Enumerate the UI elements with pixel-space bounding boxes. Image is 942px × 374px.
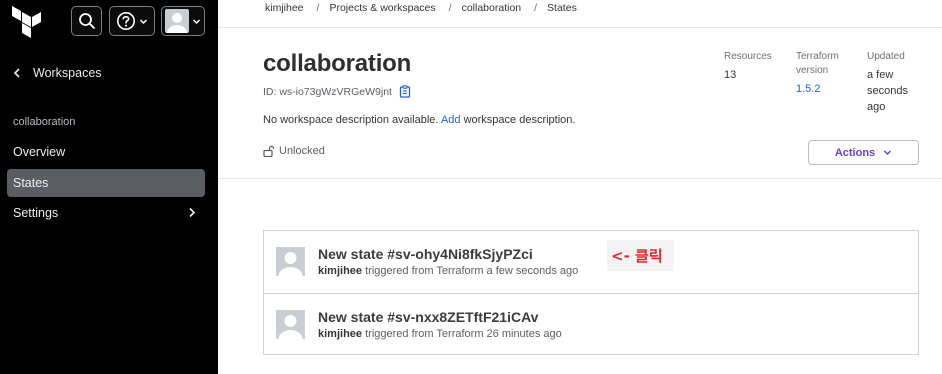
add-description-link[interactable]: Add (441, 114, 461, 126)
help-icon (117, 12, 135, 30)
description-text: No workspace description available. (263, 114, 439, 126)
meta-updated: Updated a few seconds ago (867, 50, 927, 115)
state-detail: triggered from Terraform a few seconds a… (365, 265, 579, 277)
workspace-description: No workspace description available. Add … (263, 114, 575, 126)
lock-status-label: Unlocked (279, 145, 325, 157)
breadcrumb-item-projects[interactable]: Projects & workspaces (329, 2, 435, 14)
sidebar: Workspaces collaboration Overview States… (0, 0, 218, 374)
state-title[interactable]: New state #sv-ohy4Ni8fkSjyPZci (318, 246, 533, 262)
user-avatar-icon (276, 310, 305, 339)
description-text-suffix: workspace description. (463, 114, 576, 126)
divider (218, 178, 942, 179)
sidebar-item-label: States (13, 176, 49, 190)
breadcrumb: kimjihee / Projects & workspaces / colla… (265, 2, 577, 14)
search-button[interactable] (71, 6, 102, 36)
user-avatar-icon (276, 247, 305, 276)
search-icon (78, 13, 95, 29)
state-title[interactable]: New state #sv-nxx8ZETftF21iCAv (318, 309, 538, 325)
state-detail: triggered from Terraform 26 minutes ago (365, 328, 562, 340)
help-button[interactable] (109, 6, 155, 36)
sidebar-item-label: Settings (13, 206, 59, 220)
state-list: New state #sv-ohy4Ni8fkSjyPZci kimjihee … (263, 230, 919, 355)
user-menu-button[interactable] (161, 6, 205, 36)
meta-resources-label: Resources (724, 51, 772, 62)
chevron-down-icon (139, 18, 148, 24)
sidebar-section-label: collaboration (13, 116, 76, 128)
click-annotation: <- 클릭 (607, 240, 674, 271)
sidebar-item-label: Overview (13, 145, 66, 159)
breadcrumb-separator: / (534, 2, 538, 14)
workspace-id-text: ID: ws-io73gWzVRGeW9jnt (263, 85, 392, 98)
terraform-logo[interactable] (12, 6, 42, 38)
workspace-id: ID: ws-io73gWzVRGeW9jnt (263, 85, 411, 98)
state-user: kimjihee (318, 328, 363, 340)
sidebar-item-settings[interactable]: Settings (7, 199, 205, 227)
copy-icon[interactable] (399, 85, 411, 98)
meta-resources: Resources 13 (724, 50, 772, 83)
back-to-workspaces-link[interactable]: Workspaces (13, 66, 102, 80)
meta-terraform-version: Terraform version 1.5.2 (796, 50, 854, 97)
meta-version-value[interactable]: 1.5.2 (796, 81, 854, 97)
chevron-down-icon (192, 18, 201, 24)
divider (218, 27, 942, 28)
back-link-label: Workspaces (33, 66, 102, 80)
breadcrumb-item-org[interactable]: kimjihee (265, 2, 304, 14)
actions-button-label: Actions (834, 146, 876, 159)
chevron-down-icon (884, 150, 892, 156)
breadcrumb-separator: / (448, 2, 452, 14)
page-title: collaboration (263, 50, 412, 77)
sidebar-item-overview[interactable]: Overview (7, 138, 205, 166)
meta-updated-label: Updated (867, 51, 905, 62)
state-subtitle: kimjihee triggered from Terraform a few … (318, 265, 578, 277)
breadcrumb-item-workspace[interactable]: collaboration (462, 2, 522, 14)
lock-status: Unlocked (263, 145, 325, 157)
state-user: kimjihee (318, 265, 363, 277)
breadcrumb-separator: / (316, 2, 320, 14)
meta-updated-value: a few seconds ago (867, 69, 908, 113)
unlock-icon (263, 145, 275, 157)
state-item[interactable]: New state #sv-nxx8ZETftF21iCAv kimjihee … (264, 293, 918, 355)
chevron-right-icon (189, 207, 196, 218)
chevron-left-icon (13, 68, 20, 78)
breadcrumb-item-current: States (547, 2, 577, 14)
state-item[interactable]: New state #sv-ohy4Ni8fkSjyPZci kimjihee … (264, 231, 918, 293)
sidebar-item-states[interactable]: States (7, 169, 205, 197)
state-subtitle: kimjihee triggered from Terraform 26 min… (318, 328, 562, 340)
meta-version-label: Terraform version (796, 51, 839, 76)
user-avatar-icon (165, 9, 189, 33)
actions-button[interactable]: Actions (808, 140, 919, 165)
meta-resources-value: 13 (724, 69, 737, 81)
